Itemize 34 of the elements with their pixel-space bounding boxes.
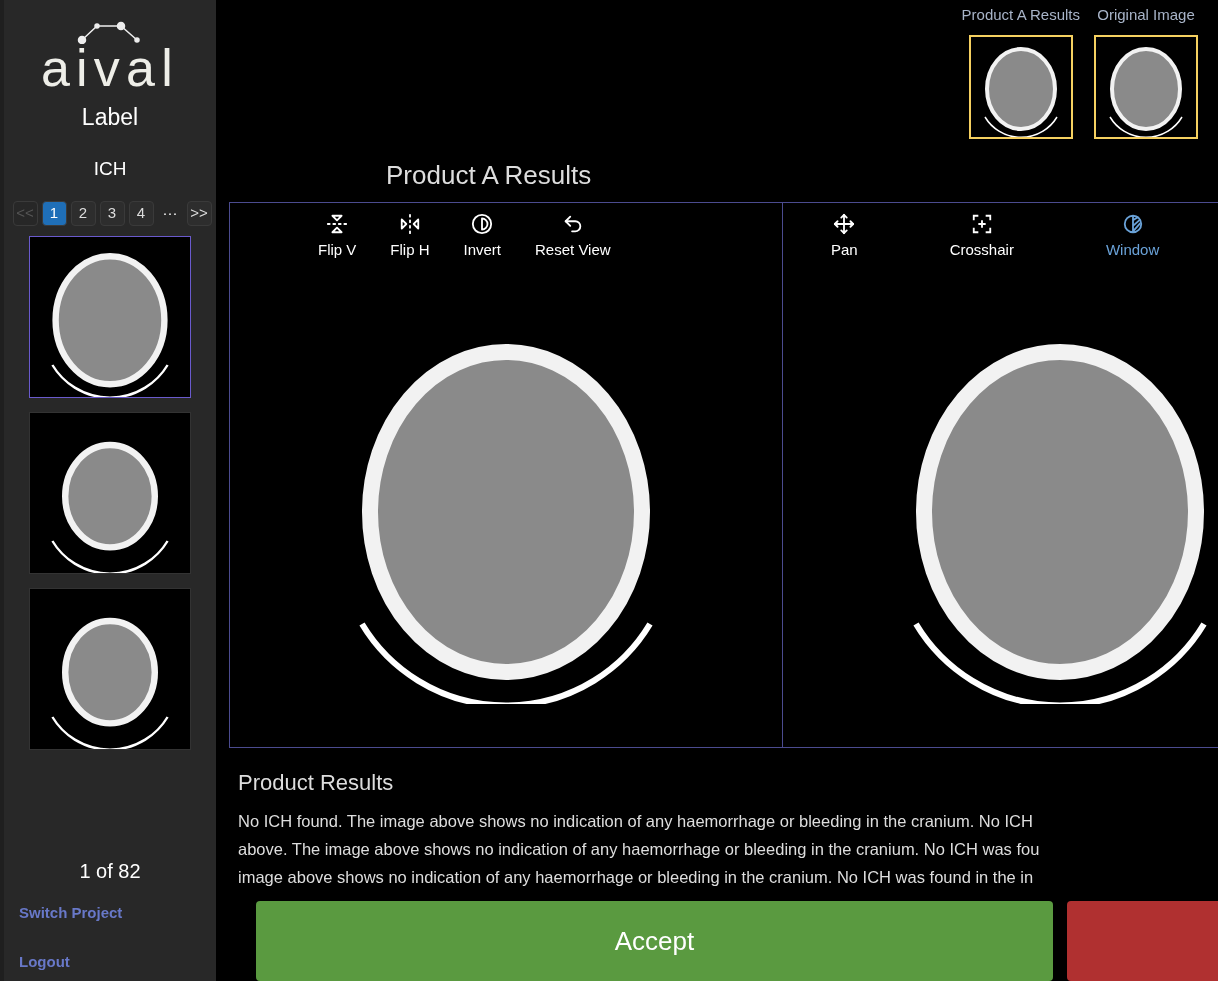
switch-project-link[interactable]: Switch Project bbox=[19, 902, 123, 925]
product-name: Label bbox=[81, 103, 139, 132]
flip-horizontal-icon bbox=[398, 213, 421, 235]
slice-counter: 1 of 82 bbox=[79, 859, 141, 884]
move-icon bbox=[833, 213, 856, 235]
results-title: Product Results bbox=[238, 769, 395, 797]
logo-constellation-icon bbox=[77, 20, 143, 44]
viewer-tool[interactable]: Pan bbox=[831, 213, 858, 262]
viewer-tool[interactable]: Reset View bbox=[535, 213, 611, 262]
page-button[interactable]: 1 bbox=[41, 201, 67, 226]
viewer-tool[interactable]: Flip H bbox=[390, 213, 430, 262]
page-nav-button[interactable]: >> bbox=[186, 201, 212, 226]
page-button[interactable]: 3 bbox=[99, 201, 125, 226]
logout-link[interactable]: Logout bbox=[19, 950, 70, 973]
preview-label: Product A Results bbox=[961, 5, 1080, 25]
flip-vertical-icon bbox=[326, 213, 349, 235]
crosshair-icon bbox=[970, 213, 993, 235]
results-text: No ICH found. The image above shows no indication of any haemorrhage or bleeding in the cranium. No ICH above. The image above shows no indication of any haemorrhage or bleeding in the cranium. No ICH was fou image above shows no indication of any haemorrhage or bleeding in the cranium. No ICH was found in the in bbox=[238, 811, 1041, 888]
slice-thumbnail[interactable] bbox=[29, 588, 191, 750]
logo-wordmark: aival bbox=[40, 42, 180, 94]
viewer-tool[interactable]: Invert bbox=[463, 213, 502, 262]
half-hatched-circle-icon bbox=[1121, 213, 1144, 235]
project-name: ICH bbox=[93, 156, 127, 181]
contrast-icon bbox=[471, 213, 494, 235]
viewer-tool[interactable]: Window bbox=[1105, 213, 1160, 262]
viewer-title: Product A Results bbox=[386, 159, 593, 192]
page-button[interactable]: 4 bbox=[128, 201, 154, 226]
preview-label: Original Image bbox=[1097, 5, 1195, 25]
pagination-ellipsis: ··· bbox=[161, 203, 179, 224]
slice-thumbnail[interactable] bbox=[29, 236, 191, 398]
viewer-tool[interactable]: Crosshair bbox=[949, 213, 1014, 262]
page-button[interactable]: 2 bbox=[70, 201, 96, 226]
slice-thumbnail[interactable] bbox=[29, 412, 191, 574]
viewer-tool[interactable]: Flip V bbox=[318, 213, 357, 262]
